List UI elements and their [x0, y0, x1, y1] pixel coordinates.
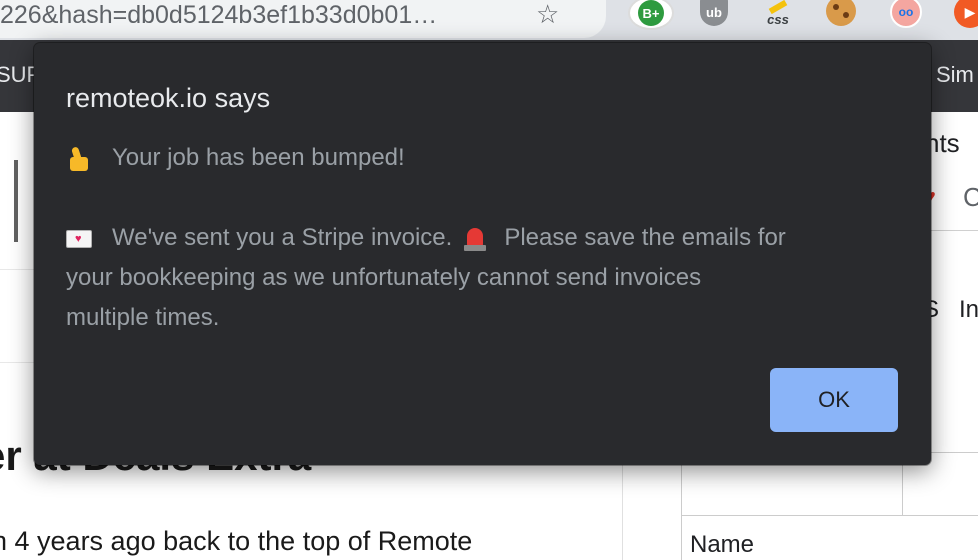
avatar-extension-icon[interactable]: oo	[890, 0, 922, 28]
table-header-name: Name	[690, 531, 755, 558]
orange-extension-icon[interactable]: ▶	[954, 0, 978, 28]
side-table: Name	[681, 452, 978, 560]
input-cursor-bar	[14, 160, 18, 242]
table-divider	[682, 515, 978, 516]
play-icon: ▶	[964, 3, 976, 20]
divider	[925, 230, 978, 231]
side-panel-text: In	[959, 296, 978, 323]
alert-dialog: remoteok.io says Your job has been bumpe…	[34, 43, 931, 465]
siren-icon	[464, 226, 487, 252]
ublock-icon[interactable]: ub	[700, 0, 728, 26]
glasses-icon: oo	[898, 5, 914, 19]
bookmark-item-right[interactable]: Sim	[936, 62, 974, 88]
dialog-text: multiple times.	[66, 304, 220, 331]
bplus-extension-icon[interactable]: B+	[628, 0, 674, 30]
dialog-text: your bookkeeping as we unfortunately can…	[66, 264, 702, 291]
ok-button[interactable]: OK	[770, 368, 898, 432]
browser-window: 226&hash=db0d5124b3ef1b33d0b01… ☆ B+ ub …	[0, 0, 978, 560]
css-extension-icon[interactable]: css	[760, 0, 796, 30]
address-bar[interactable]: 226&hash=db0d5124b3ef1b33d0b01… ☆	[0, 0, 606, 38]
cookie-icon[interactable]	[826, 0, 856, 26]
css-extension-label: css	[767, 11, 789, 27]
url-text[interactable]: 226&hash=db0d5124b3ef1b33d0b01…	[0, 0, 437, 30]
side-panel-letter: C	[963, 182, 978, 212]
dialog-text: We've sent you a Stripe invoice.	[112, 224, 453, 251]
dialog-text: Please save the emails for	[504, 224, 786, 251]
dialog-message-line: ♥ We've sent you a Stripe invoice. Pleas…	[66, 223, 786, 253]
browser-toolbar: 226&hash=db0d5124b3ef1b33d0b01… ☆ B+ ub …	[0, 0, 978, 40]
bplus-extension-label: B+	[638, 0, 664, 26]
dialog-title: remoteok.io says	[66, 83, 271, 113]
dialog-text: Your job has been bumped!	[112, 144, 405, 171]
job-body-text: n 4 years ago back to the top of Remote	[0, 526, 473, 556]
ublock-label: ub	[706, 4, 722, 20]
bookmark-star-icon[interactable]: ☆	[536, 0, 559, 28]
thumbs-up-icon	[66, 145, 92, 171]
dialog-message-line: Your job has been bumped!	[66, 143, 405, 173]
love-letter-icon: ♥	[66, 229, 92, 248]
